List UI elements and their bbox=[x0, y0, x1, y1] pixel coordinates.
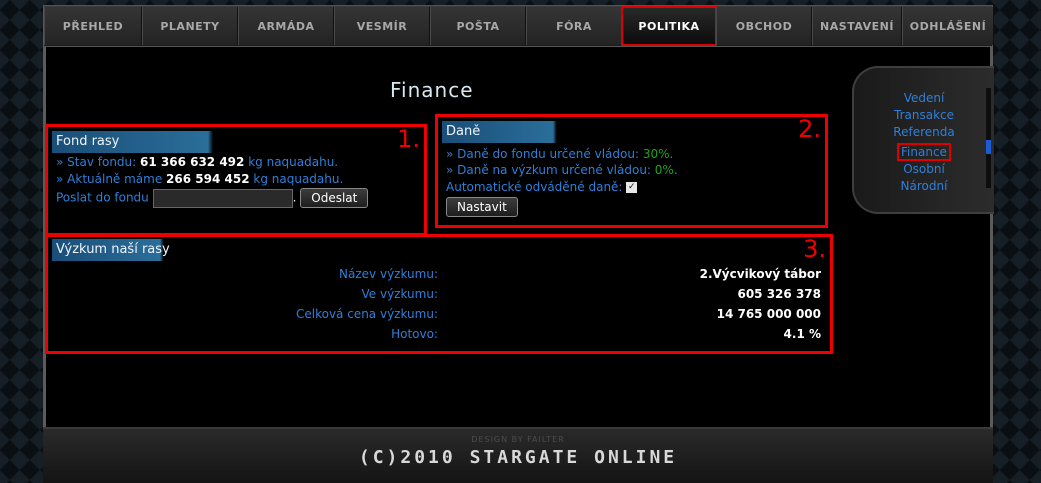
vyzkum-ve-label: Ve výzkumu: bbox=[361, 287, 439, 301]
vyzkum-cena-label: Celková cena výzkumu: bbox=[295, 307, 438, 321]
fond-rasy-panel: Fond rasy 1. » Stav fondu: 61 366 632 49… bbox=[45, 124, 427, 236]
sidemenu-scrollbar[interactable] bbox=[986, 88, 991, 188]
vyzkum-ve-value: 605 326 378 bbox=[737, 287, 821, 301]
fond-stav-value: 61 366 632 492 bbox=[140, 155, 245, 169]
dane-fond-end: . bbox=[669, 147, 674, 161]
fond-poslat-row: Poslat do fondu . Odeslat bbox=[56, 188, 369, 208]
tab-nastaveni[interactable]: NASTAVENÍ bbox=[812, 7, 902, 45]
sidemenu-item-finance[interactable]: Finance bbox=[897, 143, 951, 161]
tab-posta[interactable]: POŠTA bbox=[430, 7, 526, 45]
dane-panel: Daně 2. » Daně do fondu určené vládou: 3… bbox=[435, 114, 828, 228]
tab-politika[interactable]: POLITIKA bbox=[621, 6, 717, 46]
fond-amount-input[interactable] bbox=[152, 188, 293, 208]
sidemenu-item-referenda[interactable]: Referenda bbox=[874, 124, 974, 141]
dane-vyzkum-label: » Daně na výzkum určené vládou: bbox=[446, 163, 655, 177]
fond-stav-unit: kg naquadahu. bbox=[244, 155, 339, 169]
sidemenu-item-osobni[interactable]: Osobní bbox=[874, 161, 974, 178]
page-title: Finance bbox=[390, 78, 474, 102]
dane-vyzkum-end: . bbox=[673, 163, 678, 177]
design-credit: DESIGN BY FAILTER bbox=[471, 435, 565, 444]
vyzkum-hotovo-label: Hotovo: bbox=[391, 327, 438, 341]
dane-fond-value: 30% bbox=[642, 147, 670, 161]
dane-header: Daně bbox=[442, 121, 627, 143]
dane-fond-label: » Daně do fondu určené vládou: bbox=[446, 147, 643, 161]
fond-aktualne-line: » Aktuálně máme 266 594 452 kg naquadahu… bbox=[56, 172, 343, 186]
tab-obchod[interactable]: OBCHOD bbox=[716, 7, 812, 45]
panel-number-1: 1. bbox=[397, 125, 420, 153]
dane-fond-line: » Daně do fondu určené vládou: 30%. bbox=[446, 147, 673, 161]
tab-vesmir[interactable]: VESMÍR bbox=[334, 7, 430, 45]
fond-aktualne-value: 266 594 452 bbox=[166, 172, 250, 186]
dane-vyzkum-value: 0% bbox=[654, 163, 674, 177]
dane-vyzkum-line: » Daně na výzkum určené vládou: 0%. bbox=[446, 163, 678, 177]
nastavit-button[interactable]: Nastavit bbox=[446, 197, 518, 217]
vyzkum-panel: Výzkum naší rasy 3. Název výzkumu: 2.Výc… bbox=[45, 234, 833, 354]
odeslat-button[interactable]: Odeslat bbox=[300, 188, 369, 208]
vyzkum-cena-value: 14 765 000 000 bbox=[716, 307, 821, 321]
tab-planety[interactable]: PLANETY bbox=[142, 7, 238, 45]
fond-rasy-header: Fond rasy bbox=[52, 131, 312, 153]
sidemenu-item-vedeni[interactable]: Vedení bbox=[874, 90, 974, 107]
copyright-text: (C)2010 STARGATE ONLINE bbox=[358, 447, 678, 468]
fond-aktualne-unit: kg naquadahu. bbox=[249, 172, 344, 186]
politika-side-menu: Vedení Transakce Referenda Finance Osobn… bbox=[852, 66, 994, 214]
tab-prehled[interactable]: PŘEHLED bbox=[44, 7, 142, 45]
vyzkum-nazev-value: 2.Výcvikový tábor bbox=[699, 267, 821, 281]
fond-aktualne-label: » Aktuálně máme bbox=[56, 172, 167, 186]
vyzkum-header: Výzkum naší rasy bbox=[52, 239, 232, 261]
vyzkum-nazev-label: Název výzkumu: bbox=[339, 267, 438, 281]
fond-stav-label: » Stav fondu: bbox=[56, 155, 140, 169]
panel-number-2: 2. bbox=[798, 115, 821, 143]
dane-auto-label: Automatické odváděné daně: bbox=[446, 180, 623, 194]
tab-odhlaseni[interactable]: ODHLÁŠENÍ bbox=[902, 7, 994, 45]
dane-auto-row: Automatické odváděné daně: ✓ bbox=[446, 180, 638, 194]
tab-armada[interactable]: ARMÁDA bbox=[238, 7, 334, 45]
dane-button-row: Nastavit bbox=[446, 197, 518, 217]
fond-input-dot: . bbox=[292, 190, 297, 205]
fond-poslat-label: Poslat do fondu bbox=[56, 190, 149, 205]
panel-number-3: 3. bbox=[803, 235, 826, 263]
sidemenu-item-transakce[interactable]: Transakce bbox=[874, 107, 974, 124]
tab-fora[interactable]: FÓRA bbox=[526, 7, 622, 45]
top-navigation: PŘEHLED PLANETY ARMÁDA VESMÍR POŠTA FÓRA… bbox=[43, 5, 994, 47]
sidemenu-scroll-thumb[interactable] bbox=[986, 140, 991, 154]
sidemenu-item-narodni[interactable]: Národní bbox=[874, 178, 974, 195]
footer: DESIGN BY FAILTER (C)2010 STARGATE ONLIN… bbox=[43, 427, 993, 483]
fond-stav-line: » Stav fondu: 61 366 632 492 kg naquadah… bbox=[56, 155, 338, 169]
vyzkum-hotovo-value: 4.1 % bbox=[783, 327, 821, 341]
auto-tax-checkbox[interactable]: ✓ bbox=[626, 182, 638, 193]
